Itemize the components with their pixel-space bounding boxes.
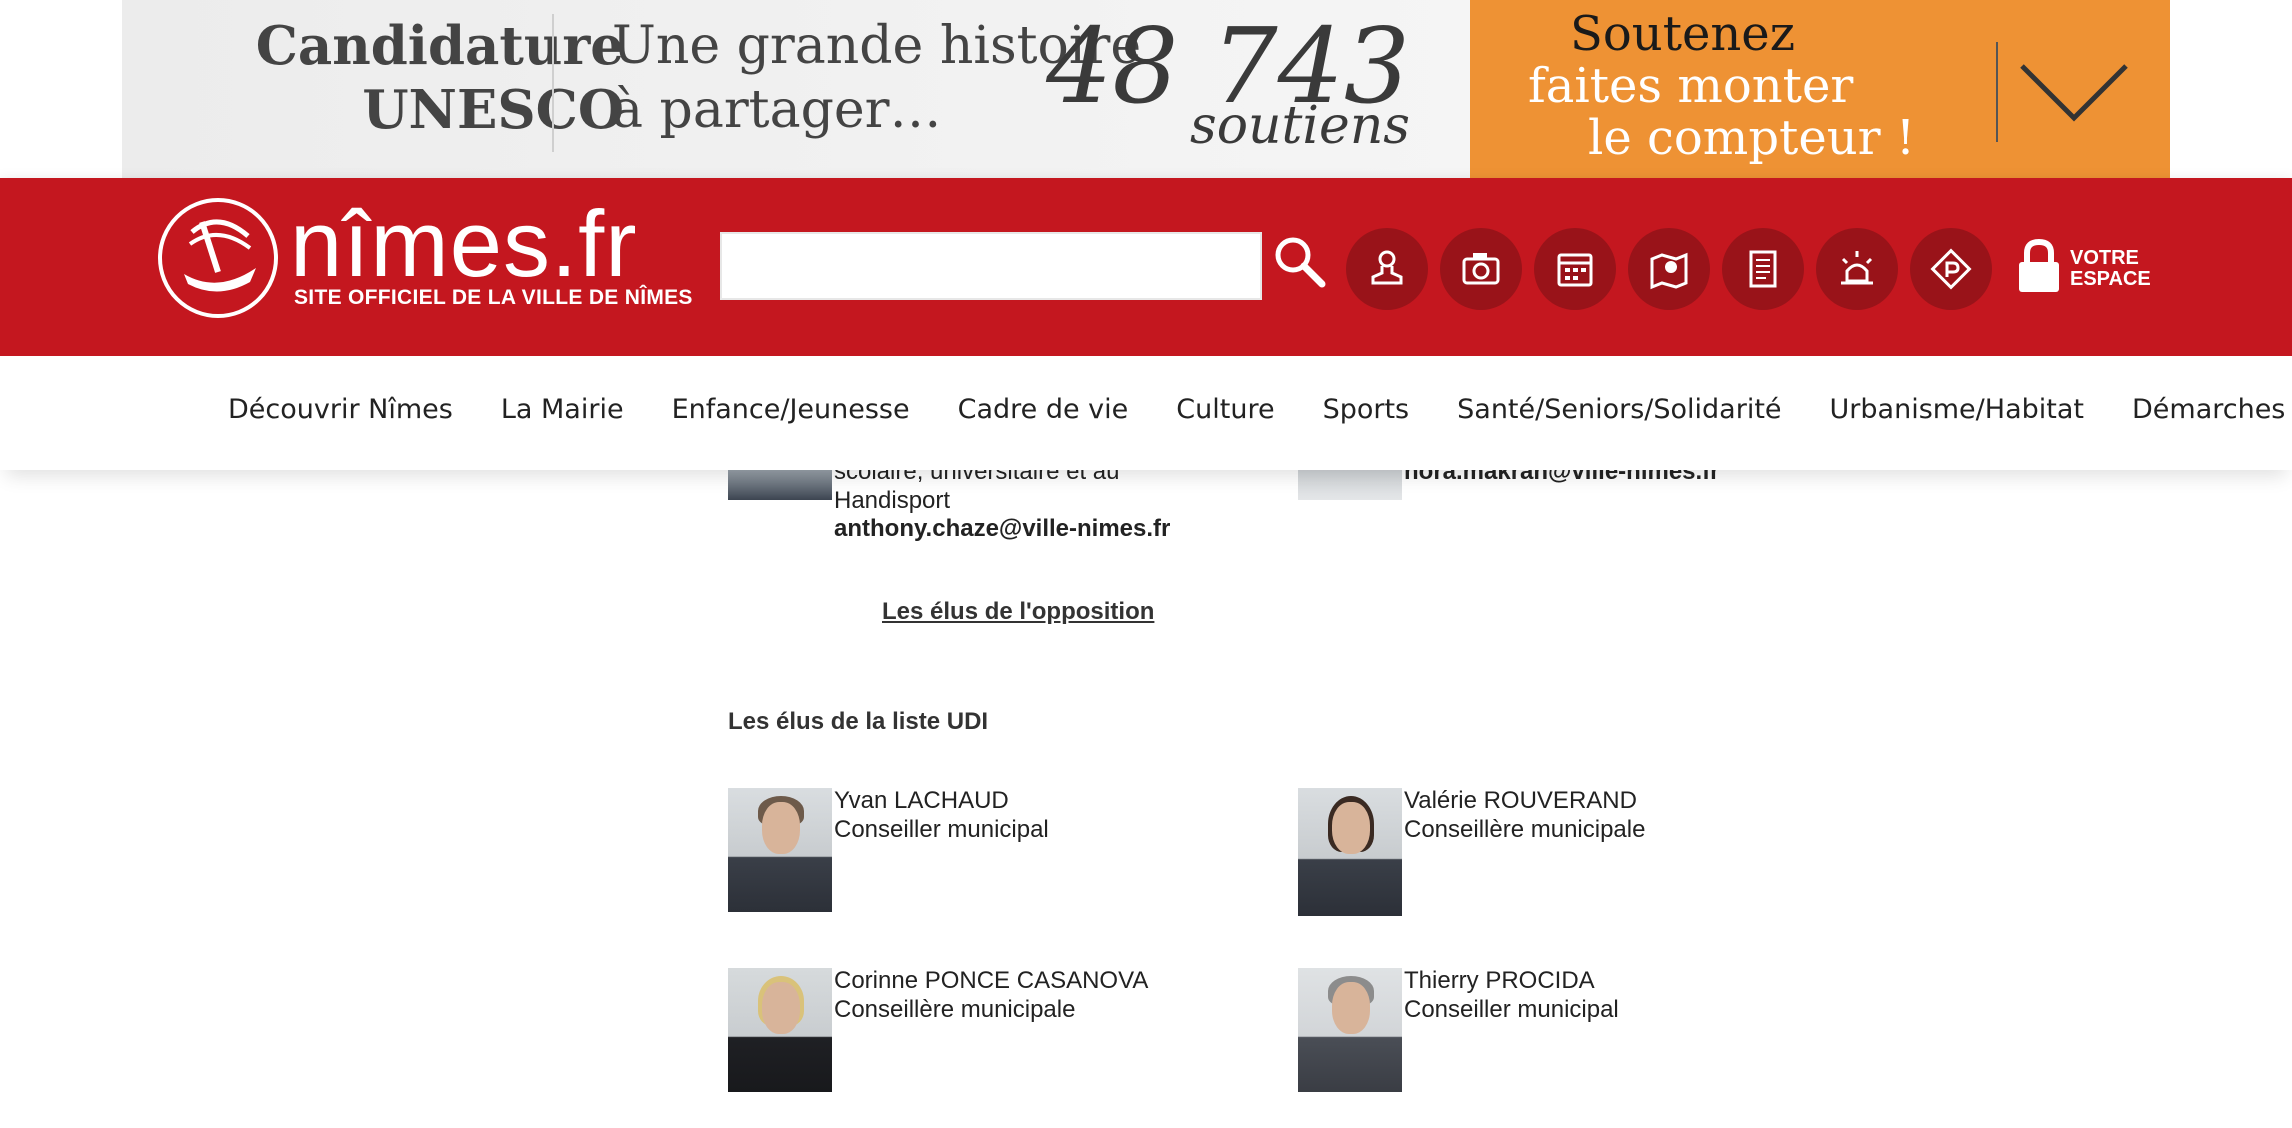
member-photo	[728, 788, 832, 912]
parking-icon[interactable]	[1910, 228, 1992, 310]
logo-text[interactable]: nîmes.fr	[290, 194, 638, 294]
unesco-info: Candidature UNESCO Une grande histoire à…	[122, 0, 1470, 178]
stamp-icon[interactable]	[1346, 228, 1428, 310]
member-name: Yvan LACHAUD	[834, 787, 1009, 814]
unesco-title: Candidature UNESCO	[256, 14, 624, 142]
member-name: Valérie ROUVERAND	[1404, 787, 1637, 814]
unesco-title-line: UNESCO	[362, 79, 624, 141]
chevron-down-icon[interactable]	[2016, 56, 2132, 132]
member-photo	[728, 470, 832, 500]
nav-list: Découvrir Nîmes La Mairie Enfance/Jeunes…	[228, 394, 2285, 425]
nav-item-sports[interactable]: Sports	[1323, 394, 1410, 425]
camera-icon[interactable]	[1440, 228, 1522, 310]
alert-icon[interactable]	[1816, 228, 1898, 310]
member-name: Thierry PROCIDA	[1404, 967, 1595, 994]
nav-item-sante[interactable]: Santé/Seniors/Solidarité	[1457, 394, 1781, 425]
nav-item-culture[interactable]: Culture	[1176, 394, 1274, 425]
nav-item-cadre-de-vie[interactable]: Cadre de vie	[958, 394, 1129, 425]
member-role: Conseillère municipale	[1404, 816, 1646, 843]
calendar-icon[interactable]	[1534, 228, 1616, 310]
site-header: nîmes.fr SITE OFFICIEL DE LA VILLE DE NÎ…	[0, 178, 2292, 356]
logo-emblem-icon[interactable]	[158, 198, 278, 318]
divider	[1996, 42, 1998, 142]
account-label-line: VOTRE	[2070, 247, 2139, 269]
logo-subtitle: SITE OFFICIEL DE LA VILLE DE NÎMES	[294, 286, 693, 309]
account-button[interactable]: VOTRE ESPACE	[2016, 238, 2151, 294]
member-email[interactable]: anthony.chaze@ville-nimes.fr	[834, 515, 1170, 543]
member-description: Handisport	[834, 487, 951, 514]
cta-line: Soutenez	[1570, 6, 1795, 62]
member-photo	[1298, 968, 1402, 1092]
member-photo	[728, 968, 832, 1092]
member-name: Corinne PONCE CASANOVA	[834, 967, 1149, 994]
search-icon[interactable]	[1272, 234, 1326, 288]
account-label: VOTRE ESPACE	[2070, 248, 2151, 290]
unesco-banner: Candidature UNESCO Une grande histoire à…	[122, 0, 2170, 178]
member-photo	[1298, 470, 1402, 500]
udi-heading: Les élus de la liste UDI	[728, 708, 989, 735]
opposition-link[interactable]: Les élus de l'opposition	[882, 598, 1154, 626]
member-photo	[1298, 788, 1402, 916]
member-role: Conseillère municipale	[834, 996, 1076, 1023]
member-role: Conseiller municipal	[834, 816, 1049, 843]
nav-item-enfance[interactable]: Enfance/Jeunesse	[672, 394, 910, 425]
support-cta[interactable]: Soutenez faites monter le compteur !	[1470, 0, 2170, 178]
account-label-line: ESPACE	[2070, 268, 2151, 290]
support-count-unit: soutiens	[1190, 96, 1410, 156]
unesco-title-line: Candidature	[255, 15, 624, 77]
main-nav: Découvrir Nîmes La Mairie Enfance/Jeunes…	[0, 356, 2292, 470]
document-icon[interactable]	[1722, 228, 1804, 310]
member-role: Conseiller municipal	[1404, 996, 1619, 1023]
map-icon[interactable]	[1628, 228, 1710, 310]
nav-item-decouvrir[interactable]: Découvrir Nîmes	[228, 394, 453, 425]
divider	[552, 14, 554, 152]
cta-line: faites monter	[1528, 58, 1854, 114]
nav-item-mairie[interactable]: La Mairie	[501, 394, 624, 425]
nav-item-urbanisme[interactable]: Urbanisme/Habitat	[1830, 394, 2084, 425]
search-input[interactable]	[720, 232, 1262, 300]
cta-line: le compteur !	[1588, 110, 1916, 166]
lock-icon	[2019, 238, 2059, 292]
nav-item-demarches[interactable]: Démarches	[2132, 394, 2285, 425]
